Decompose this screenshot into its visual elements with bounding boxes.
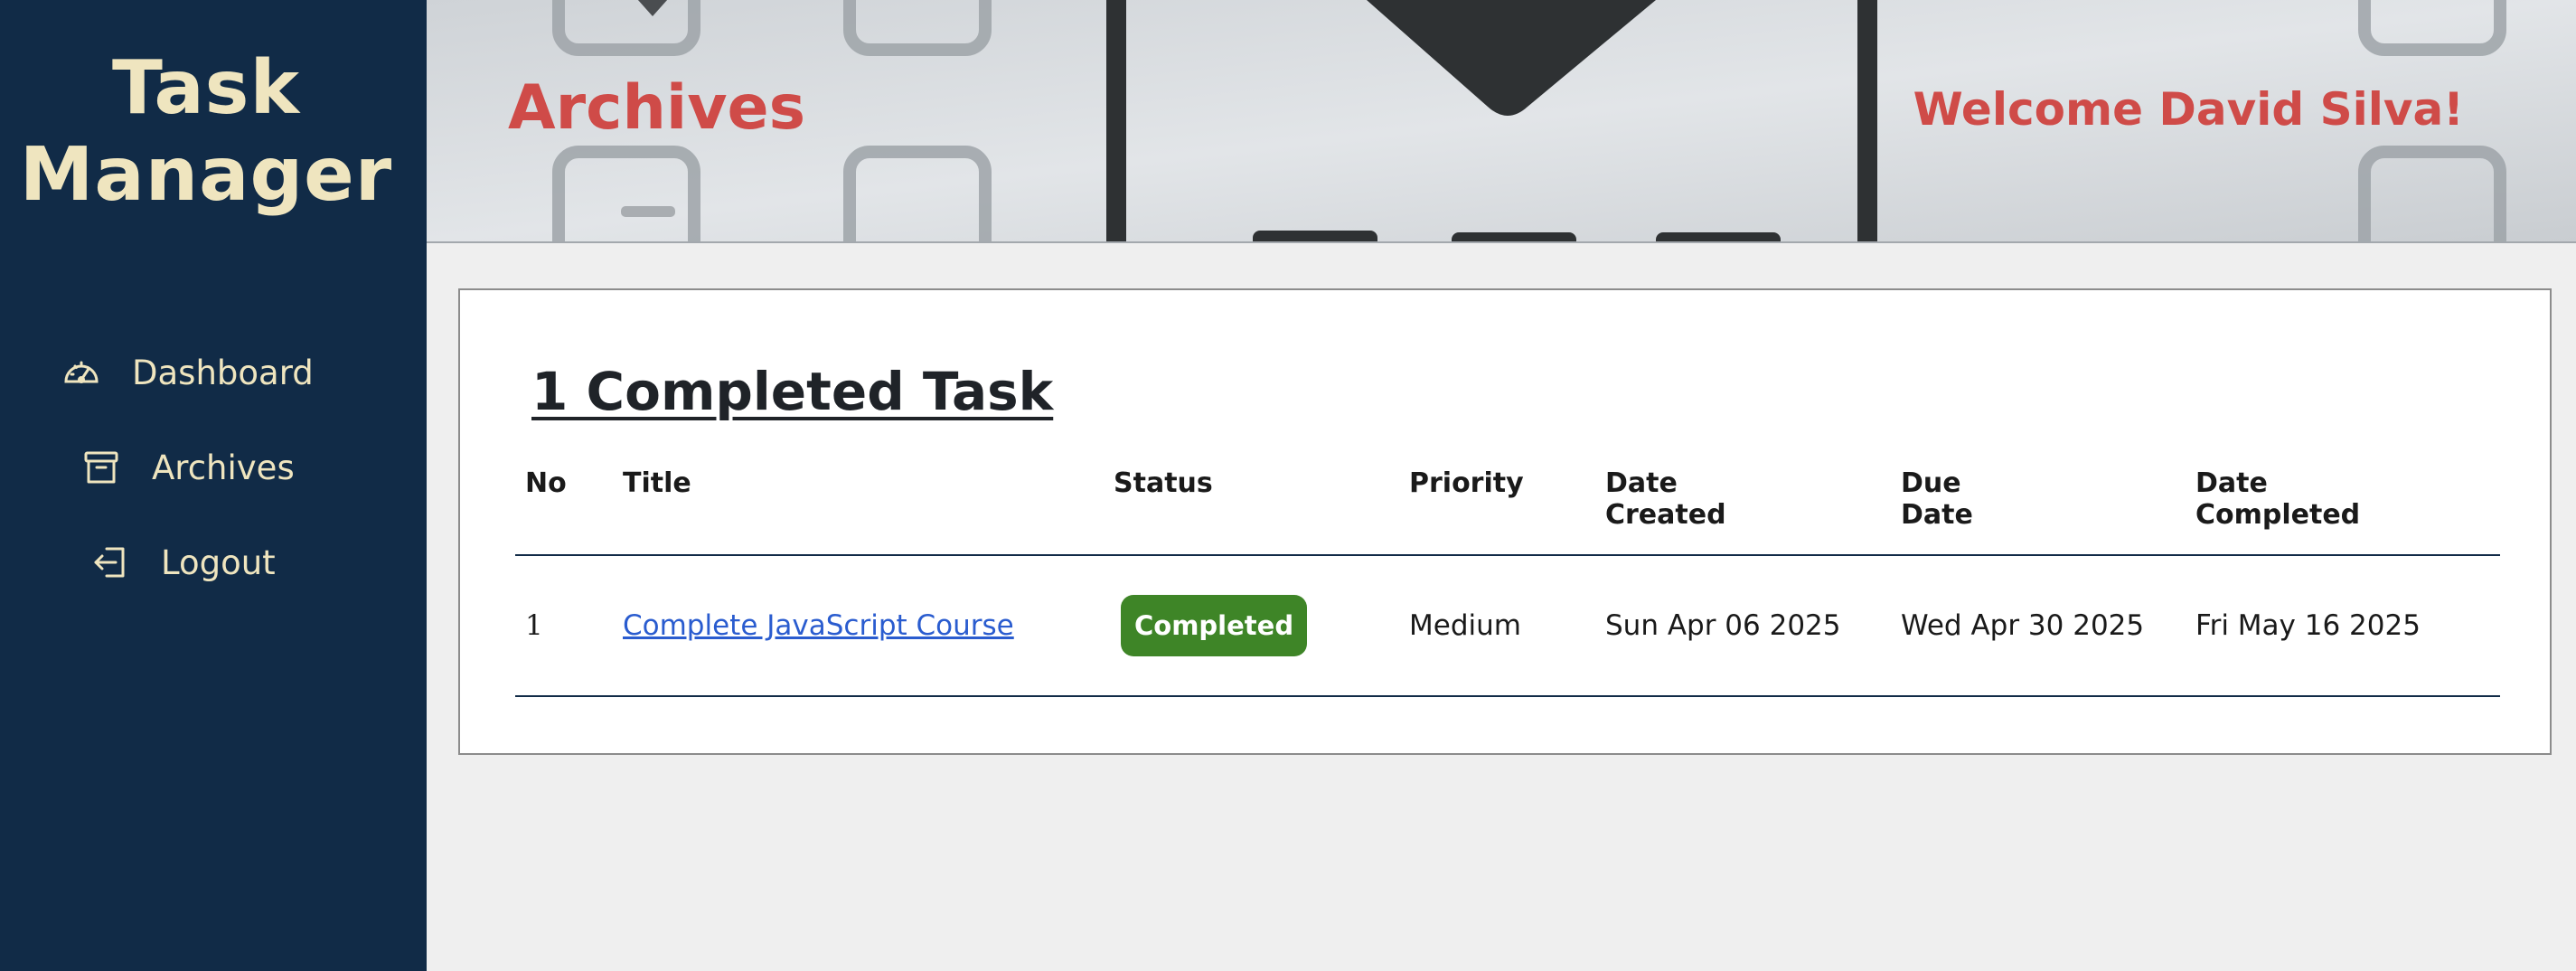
brand-line-2: Manager — [19, 132, 393, 218]
column-header-date-created: Date Created — [1595, 467, 1891, 556]
sidebar-item-logout[interactable]: Logout — [90, 542, 276, 582]
task-due-date: Wed Apr 30 2025 — [1891, 555, 2186, 697]
column-header-priority: Priority — [1399, 467, 1595, 556]
column-header-label: Priority — [1409, 467, 1524, 499]
status-badge: Completed — [1121, 595, 1308, 656]
column-header-status: Status — [1104, 467, 1399, 556]
column-header-label: Due — [1901, 467, 1961, 499]
gauge-icon — [61, 353, 101, 392]
task-number: 1 — [515, 555, 613, 697]
column-header-label: Status — [1114, 467, 1213, 499]
header-banner: Archives Welcome David Silva! — [427, 0, 2576, 243]
app-brand: Task Manager — [0, 45, 412, 219]
welcome-message: Welcome David Silva! — [1913, 83, 2464, 136]
column-header-no: No — [515, 467, 613, 556]
sidebar-item-label: Logout — [161, 542, 276, 582]
column-header-title: Title — [613, 467, 1104, 556]
column-header-due-date: Due Date — [1891, 467, 2186, 556]
column-header-label: Created — [1605, 499, 1726, 531]
sidebar-item-dashboard[interactable]: Dashboard — [61, 353, 314, 392]
column-header-date-completed: Date Completed — [2186, 467, 2500, 556]
sidebar-item-label: Archives — [152, 448, 295, 487]
column-header-label: Date — [1605, 467, 1678, 499]
task-priority: Medium — [1399, 555, 1595, 697]
sidebar: Task Manager Dashboard Archives Logout — [0, 0, 427, 971]
task-title-link[interactable]: Complete JavaScript Course — [623, 609, 1014, 642]
page-title: Archives — [508, 72, 806, 144]
column-header-label: Date — [2195, 467, 2268, 499]
table-header-row: No Title Status Priority Date Created Du… — [515, 467, 2500, 556]
sidebar-item-archives[interactable]: Archives — [81, 448, 295, 487]
column-header-label: Title — [623, 467, 691, 499]
column-header-label: Completed — [2195, 499, 2361, 531]
tasks-table-container: No Title Status Priority Date Created Du… — [515, 467, 2500, 697]
task-status-cell: Completed — [1104, 555, 1399, 697]
sidebar-item-label: Dashboard — [132, 353, 314, 392]
table-row: 1 Complete JavaScript Course Completed M… — [515, 555, 2500, 697]
tasks-table: No Title Status Priority Date Created Du… — [515, 467, 2500, 697]
archive-box-icon — [81, 448, 121, 487]
completed-tasks-card: 1 Completed Task No Title Status Priorit… — [458, 288, 2552, 755]
column-header-label: No — [525, 467, 567, 499]
column-header-label: Date — [1901, 499, 1973, 531]
task-date-completed: Fri May 16 2025 — [2186, 555, 2500, 697]
task-date-created: Sun Apr 06 2025 — [1595, 555, 1891, 697]
logout-icon — [90, 542, 130, 582]
brand-line-1: Task — [111, 45, 301, 131]
section-title: 1 Completed Task — [531, 361, 1054, 422]
task-title-cell: Complete JavaScript Course — [613, 555, 1104, 697]
